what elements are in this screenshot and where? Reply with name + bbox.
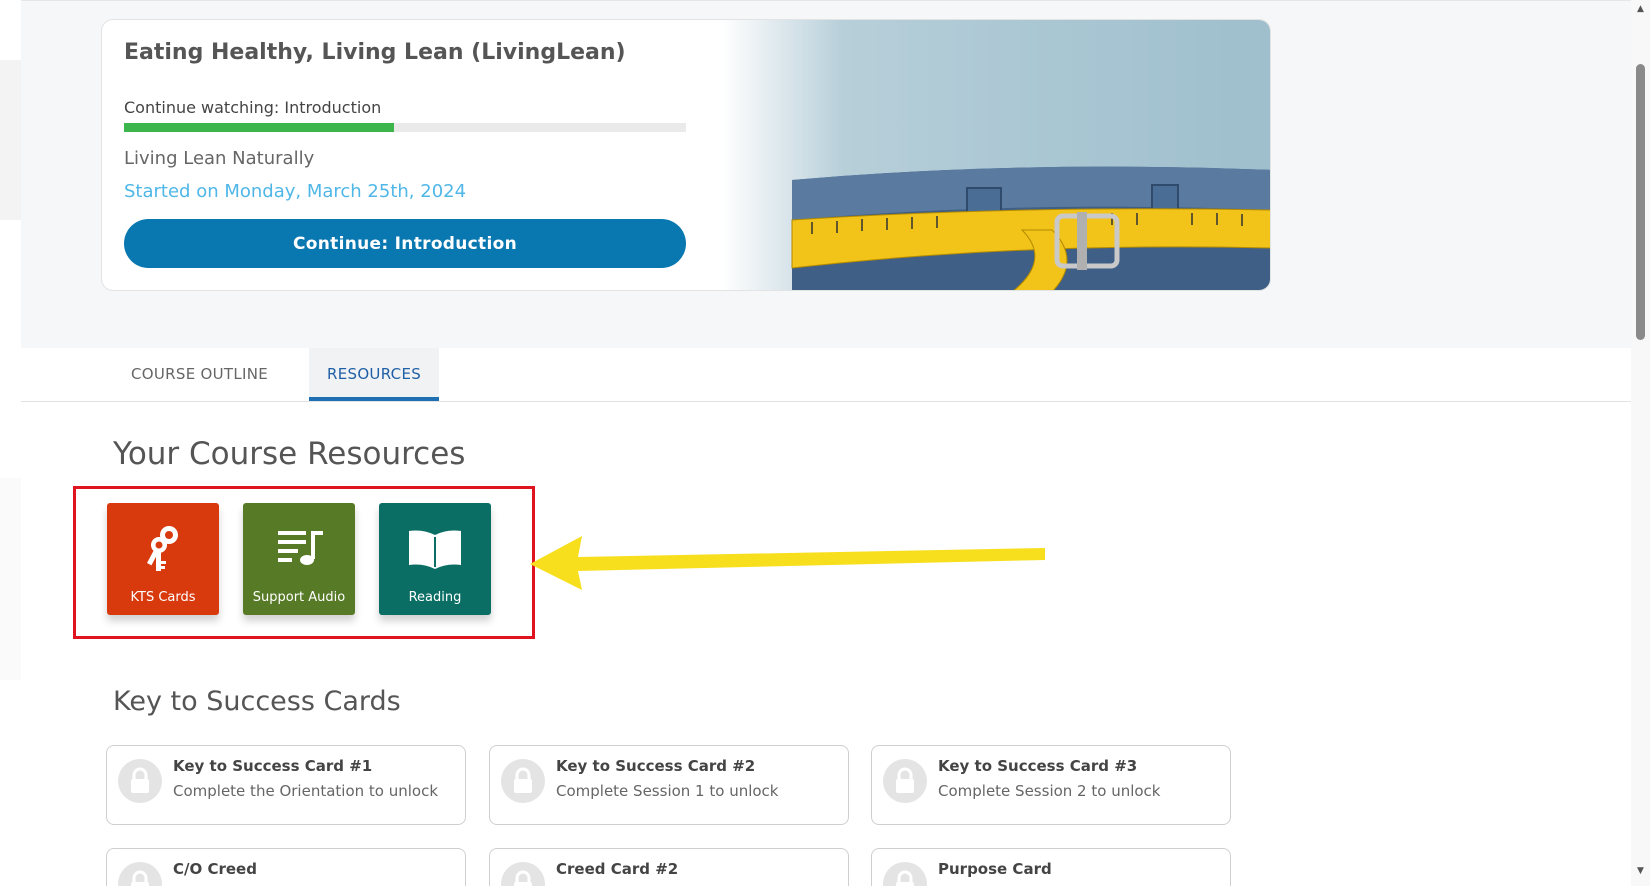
lock-icon: [118, 862, 162, 886]
tab-resources[interactable]: RESOURCES: [309, 348, 440, 401]
jeans-with-measuring-tape-image: [722, 20, 1270, 290]
reading-tile[interactable]: Reading: [379, 503, 491, 615]
course-resources-heading: Your Course Resources: [113, 436, 466, 472]
yellow-arrow-annotation: [530, 536, 1045, 590]
reading-label: Reading: [408, 590, 462, 605]
kts-card-title: Creed Card #2: [556, 860, 679, 878]
course-card: Eating Healthy, Living Lean (LivingLean)…: [101, 19, 1271, 291]
support-audio-label: Support Audio: [252, 590, 346, 605]
scroll-up-icon[interactable]: ▲: [1635, 4, 1646, 14]
tab-course-outline[interactable]: COURSE OUTLINE: [113, 348, 286, 401]
support-audio-tile[interactable]: Support Audio: [243, 503, 355, 615]
kts-card-1[interactable]: Key to Success Card #1 Complete the Orie…: [106, 745, 466, 825]
playlist-music-icon: [243, 523, 355, 573]
tabs-bar: COURSE OUTLINE RESOURCES: [21, 348, 1631, 402]
course-subtitle: Living Lean Naturally: [124, 148, 315, 169]
lock-icon: [501, 759, 545, 803]
scroll-down-icon[interactable]: ▼: [1635, 866, 1646, 876]
lock-icon: [883, 759, 927, 803]
co-creed-card[interactable]: C/O Creed: [106, 848, 466, 886]
kts-card-subtitle: Complete Session 2 to unlock: [938, 782, 1161, 800]
kts-card-title: C/O Creed: [173, 860, 257, 878]
progress-bar: [124, 123, 686, 132]
kts-card-2[interactable]: Key to Success Card #2 Complete Session …: [489, 745, 849, 825]
kts-card-title: Purpose Card: [938, 860, 1052, 878]
page: Eating Healthy, Living Lean (LivingLean)…: [0, 0, 1650, 886]
kts-card-subtitle: Complete Session 1 to unlock: [556, 782, 779, 800]
course-title: Eating Healthy, Living Lean (LivingLean): [124, 40, 626, 65]
kts-card-subtitle: Complete the Orientation to unlock: [173, 782, 439, 800]
kts-card-3[interactable]: Key to Success Card #3 Complete Session …: [871, 745, 1231, 825]
progress-bar-fill: [124, 123, 394, 132]
open-book-icon: [379, 523, 491, 573]
vertical-scrollbar[interactable]: ▲ ▼: [1631, 0, 1650, 886]
left-edge-strip: [0, 60, 21, 220]
kts-card-title: Key to Success Card #2: [556, 757, 756, 775]
left-edge-strip-lower: [0, 478, 21, 680]
started-date: Started on Monday, March 25th, 2024: [124, 181, 467, 202]
creed-card-2[interactable]: Creed Card #2: [489, 848, 849, 886]
kts-card-title: Key to Success Card #3: [938, 757, 1138, 775]
kts-cards-label: KTS Cards: [130, 590, 196, 605]
lock-icon: [883, 862, 927, 886]
kts-cards-tile[interactable]: KTS Cards: [107, 503, 219, 615]
key-to-success-heading: Key to Success Cards: [113, 686, 401, 717]
kts-card-title: Key to Success Card #1: [173, 757, 373, 775]
lock-icon: [501, 862, 545, 886]
purpose-card[interactable]: Purpose Card: [871, 848, 1231, 886]
keys-icon: [107, 523, 219, 573]
continue-button[interactable]: Continue: Introduction: [124, 219, 686, 268]
lock-icon: [118, 759, 162, 803]
continue-watching-label: Continue watching: Introduction: [124, 98, 382, 117]
scroll-thumb[interactable]: [1636, 64, 1645, 340]
